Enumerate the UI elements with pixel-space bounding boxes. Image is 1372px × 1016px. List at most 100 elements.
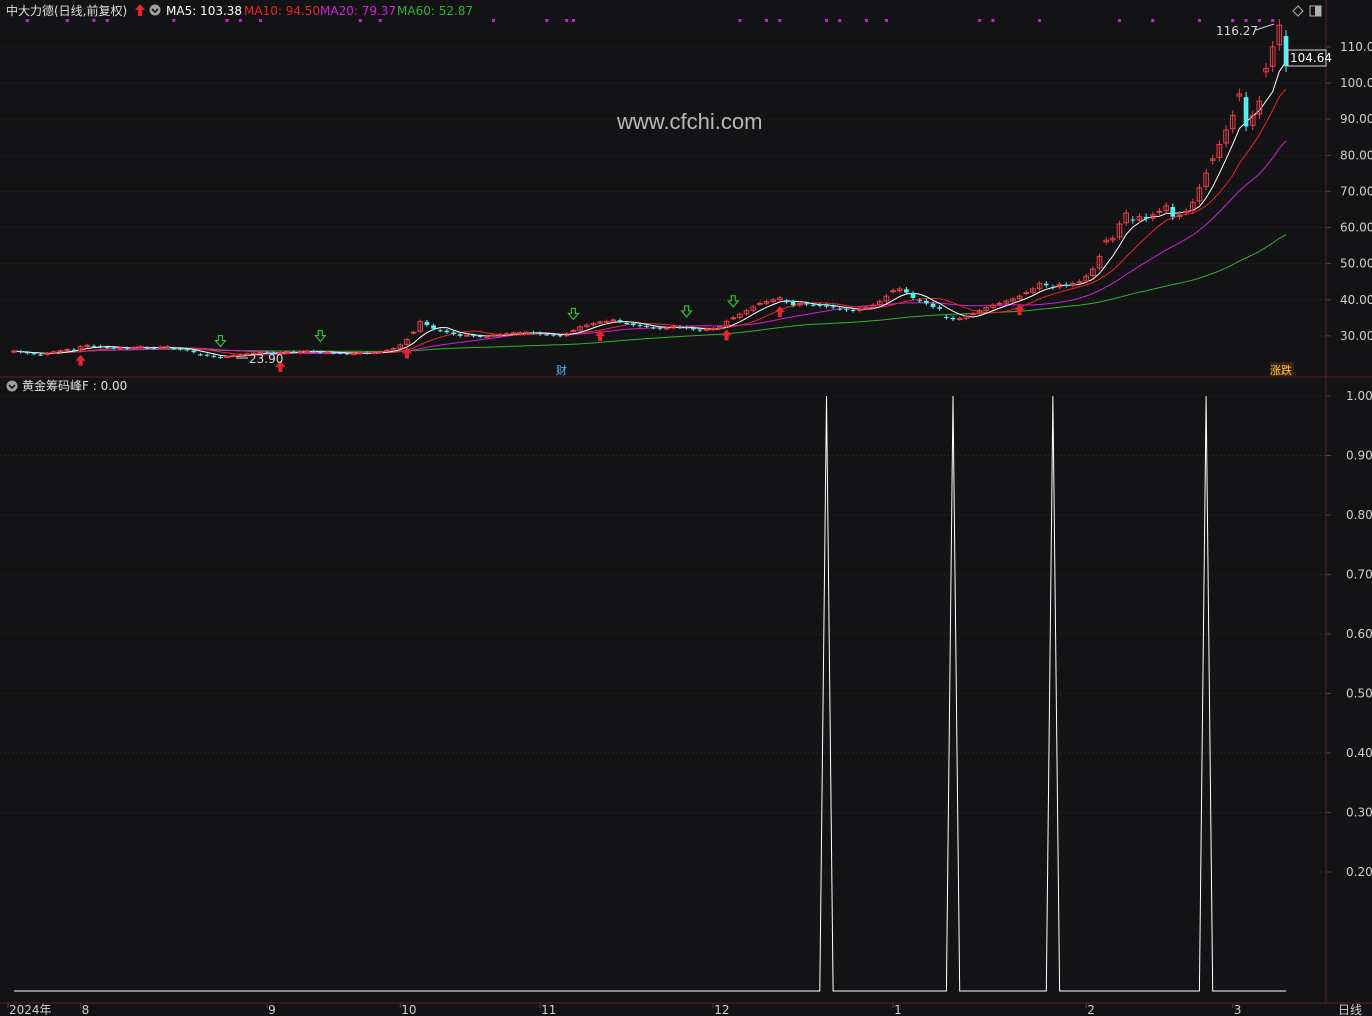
x-tick-label: 10 (401, 1003, 416, 1016)
candle-body-down (637, 325, 643, 327)
candle-body-up (603, 320, 610, 323)
candle-body-up (710, 328, 717, 331)
signal-dot (238, 19, 242, 22)
candle-body-down (1050, 286, 1056, 288)
candle-body-down (184, 349, 190, 351)
signal-dot (1118, 19, 1122, 22)
candle-body-down (1170, 206, 1176, 217)
price-tick-label: 90.00 (1340, 112, 1372, 126)
candle-body-down (471, 335, 476, 337)
candle-body-up (284, 351, 290, 354)
candle-body-down (124, 347, 130, 349)
candle-body-up (1156, 210, 1163, 213)
signal-dot (172, 19, 176, 22)
signal-dot (105, 19, 109, 22)
x-tick-label: 12 (714, 1003, 729, 1016)
candle-body-down (331, 352, 336, 354)
signal-dot (258, 19, 262, 22)
signal-dot (1151, 19, 1155, 22)
candle-body-up (490, 334, 497, 337)
candle-body-up (230, 354, 237, 357)
signal-dot (1244, 19, 1248, 22)
candle-body-up (157, 346, 164, 349)
candle-body-down (950, 317, 956, 320)
period-label[interactable]: 日线 (1338, 1003, 1362, 1016)
candle-body-down (191, 350, 197, 353)
candle-body-up (350, 353, 357, 356)
candle-body-up (570, 329, 577, 332)
signal-dot (884, 19, 888, 22)
candle-body-up (517, 332, 523, 335)
candle-body-down (38, 354, 43, 356)
candle-body-down (424, 321, 430, 326)
watermark: www.cfchi.com (616, 109, 762, 134)
candle-body-up (996, 302, 1003, 305)
change-badge[interactable]: 涨跌 (1270, 363, 1292, 377)
fundamental-tag[interactable]: 财 (556, 363, 567, 377)
stock-title[interactable]: 中大力德(日线,前复权) (6, 3, 127, 18)
candle-body-down (477, 335, 483, 337)
candle-body-up (970, 312, 976, 315)
indicator-tick-label: 0.80 (1346, 508, 1372, 522)
candle-body-down (211, 355, 217, 357)
signal-dot (824, 19, 828, 22)
x-tick-label: 8 (82, 1003, 90, 1016)
candle-body-down (631, 323, 636, 326)
candle-body-down (784, 301, 789, 303)
chevron-down-icon[interactable] (149, 4, 161, 16)
indicator-settings-icon[interactable] (6, 380, 18, 392)
candle-body-up (324, 351, 330, 354)
candle-body-down (1043, 283, 1049, 286)
candle-body-up (384, 349, 390, 352)
candle-body-up (464, 334, 470, 337)
candle-body-down (144, 347, 150, 349)
candle-body-up (64, 349, 71, 352)
candle-body-down (104, 347, 110, 349)
candle-body-down (677, 327, 683, 329)
candle-body-up (497, 333, 503, 336)
signal-dot (378, 19, 382, 22)
indicator-tick-label: 0.40 (1346, 746, 1372, 760)
candle-body-down (337, 352, 343, 354)
candle-body-up (597, 321, 603, 324)
signal-dot (92, 19, 96, 22)
candle-body-down (650, 327, 656, 329)
ma20-label: MA20: 79.37 (320, 4, 396, 18)
indicator-tick-label: 0.50 (1346, 687, 1372, 701)
candle-body-up (757, 302, 763, 305)
candle-body-down (218, 356, 223, 358)
candle-body-down (457, 334, 463, 336)
price-tick-label: 30.00 (1340, 329, 1372, 343)
candle-body-up (370, 351, 377, 354)
candle-body-down (644, 325, 650, 327)
candle-body-down (111, 347, 117, 349)
candle-body-down (824, 305, 829, 307)
signal-dot (978, 19, 982, 22)
candle-body-down (318, 351, 323, 353)
candle-body-up (523, 331, 530, 334)
candle-body-up (703, 328, 710, 331)
candle-body-down (98, 346, 103, 348)
candle-body-down (817, 304, 823, 306)
candle-body-down (531, 332, 536, 334)
indicator-label: 黄金筹码峰F : 0.00 (22, 378, 127, 393)
signal-dot (864, 19, 868, 22)
candle-body-up (410, 331, 417, 334)
candle-body-down (837, 308, 843, 310)
candle-body-down (804, 303, 809, 305)
candle-body-down (71, 349, 77, 351)
x-tick-label: 9 (268, 1003, 276, 1016)
candle-body-up (137, 346, 144, 349)
signal-dot (838, 19, 842, 22)
signal-dot (778, 19, 782, 22)
candle-body-down (690, 328, 696, 330)
price-tick-label: 60.00 (1340, 221, 1372, 235)
signal-dot (1231, 19, 1235, 22)
candle-body-down (151, 347, 157, 349)
candle-body-down (697, 329, 703, 331)
x-tick-label: 2024年 (9, 1003, 52, 1016)
candle-body-down (830, 306, 836, 308)
x-tick-label: 1 (894, 1003, 902, 1016)
signal-dot (65, 19, 69, 22)
candle-body-up (357, 352, 364, 355)
